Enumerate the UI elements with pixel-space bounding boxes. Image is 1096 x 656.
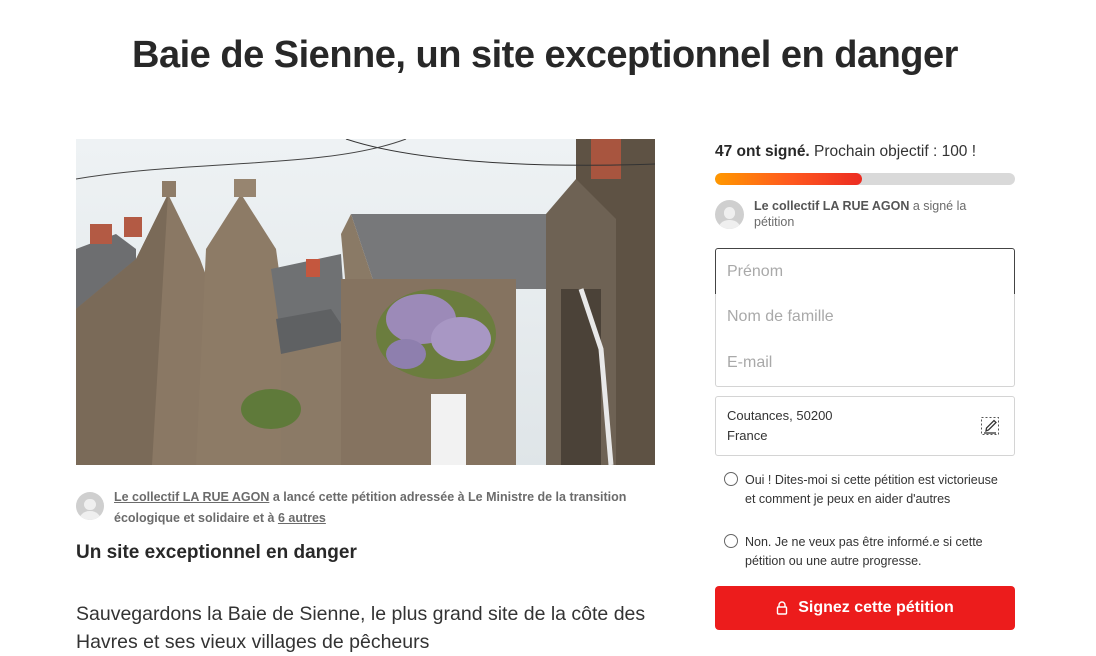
sign-petition-button[interactable]: Signez cette pétition: [715, 586, 1015, 630]
location-city: Coutances, 50200: [727, 408, 833, 423]
recent-signer-avatar: [715, 200, 744, 229]
signature-goal-label: Prochain objectif : 100 !: [809, 143, 977, 160]
opt-in-label[interactable]: Oui ! Dites-moi si cette pétition est vi…: [745, 471, 1000, 509]
signature-count: 47 ont signé. Prochain objectif : 100 !: [715, 143, 976, 161]
petition-starter-line: Le collectif LA RUE AGON a lancé cette p…: [114, 487, 654, 529]
sign-petition-label[interactable]: Signez cette pétition: [798, 599, 954, 617]
recent-signer-line: Le collectif LA RUE AGON a signé la péti…: [754, 198, 1004, 230]
signature-count-label: 47 ont signé.: [715, 143, 810, 160]
pencil-edit-icon[interactable]: [980, 416, 1000, 436]
other-recipients-link[interactable]: 6 autres: [278, 511, 326, 525]
signature-progress-bar: [715, 173, 1015, 185]
last-name-input[interactable]: [715, 294, 1015, 341]
first-name-input[interactable]: [715, 248, 1015, 295]
petition-body-text: Sauvegardons la Baie de Sienne, le plus …: [76, 603, 646, 653]
signature-progress-fill: [715, 173, 862, 185]
recent-signer-name: Le collectif LA RUE AGON: [754, 199, 910, 213]
opt-in-radio[interactable]: [724, 472, 738, 486]
location-field: Coutances, 50200 France: [715, 396, 1015, 456]
petition-subtitle: Un site exceptionnel en danger: [76, 542, 357, 563]
opt-out-radio[interactable]: [724, 534, 738, 548]
petition-hero-image: [76, 139, 655, 465]
starter-avatar: [76, 492, 104, 520]
lock-icon: [776, 601, 788, 615]
petition-title: Baie de Sienne, un site exceptionnel en …: [132, 34, 958, 76]
starter-name-link[interactable]: Le collectif LA RUE AGON: [114, 490, 269, 504]
email-input[interactable]: [715, 340, 1015, 387]
opt-out-label[interactable]: Non. Je ne veux pas être informé.e si ce…: [745, 533, 1000, 571]
location-country: France: [727, 428, 768, 443]
